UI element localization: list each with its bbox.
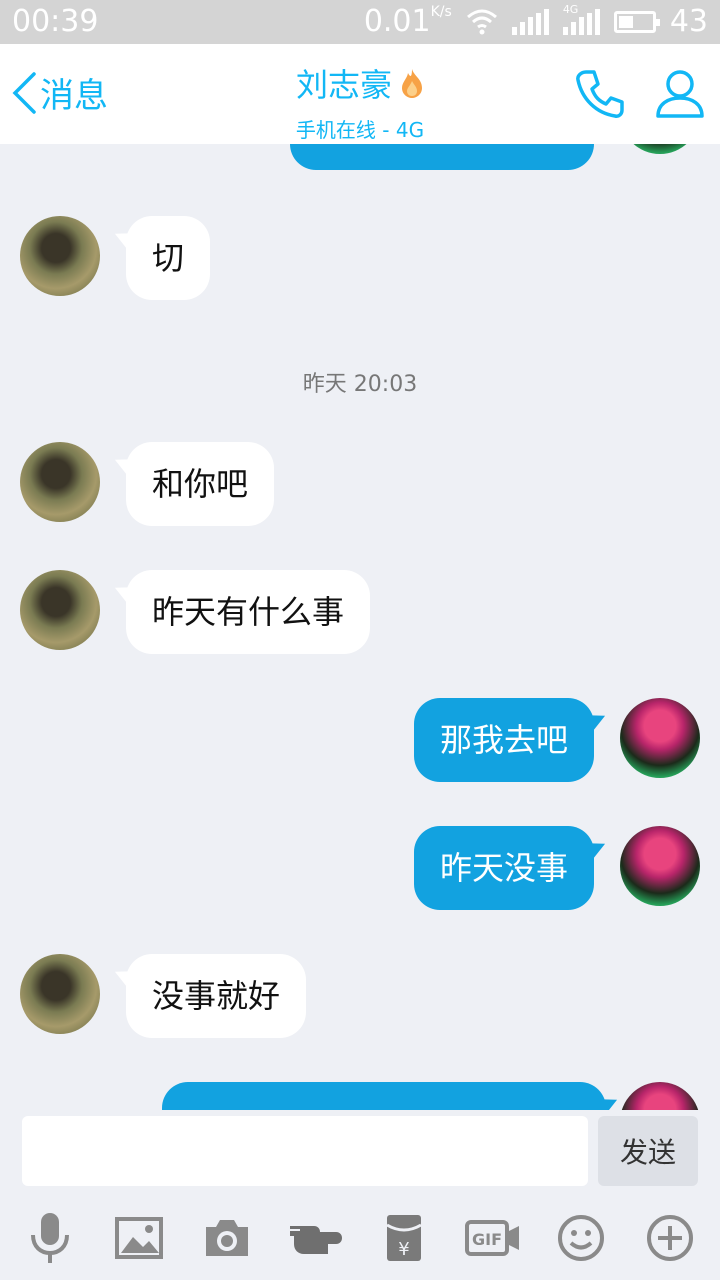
avatar-self[interactable]	[620, 826, 700, 906]
avatar-contact[interactable]	[20, 216, 100, 296]
send-button[interactable]: 发送	[598, 1116, 698, 1186]
avatar-self[interactable]	[620, 698, 700, 778]
svg-text:¥: ¥	[399, 1239, 410, 1260]
emoji-icon[interactable]	[551, 1208, 611, 1268]
status-time: 00:39	[12, 4, 99, 39]
gif-icon[interactable]: GIF	[463, 1208, 523, 1268]
phone-icon[interactable]	[574, 68, 626, 120]
avatar-contact[interactable]	[20, 570, 100, 650]
wifi-icon	[466, 9, 497, 34]
input-bar: 发送	[0, 1110, 720, 1196]
network-speed-unit: K/s	[430, 4, 452, 20]
message-bubble-partial[interactable]	[290, 144, 594, 170]
contact-name: 刘志豪	[295, 66, 392, 104]
camera-icon[interactable]	[197, 1208, 257, 1268]
avatar-self[interactable]	[620, 1082, 700, 1110]
chat-header: 消息 刘志豪 手机在线 - 4G	[0, 44, 720, 144]
message-timestamp: 昨天 20:03	[302, 372, 418, 397]
message-bubble[interactable]: 昨天没事	[413, 826, 594, 910]
battery-level: 43	[669, 4, 708, 39]
microphone-icon[interactable]	[20, 1208, 80, 1268]
status-indicators: 0.01K/s 4G 43	[364, 3, 708, 40]
signal-icon	[511, 8, 549, 35]
message-bubble-partial[interactable]	[162, 1082, 606, 1110]
message-bubble[interactable]: 和你吧	[126, 442, 275, 526]
avatar-self[interactable]	[620, 144, 700, 154]
input-toolbar: ¥ GIF	[0, 1196, 720, 1280]
network-speed-value: 0.01	[363, 4, 431, 39]
message-bubble[interactable]: 没事就好	[126, 954, 307, 1038]
message-bubble[interactable]: 昨天有什么事	[126, 570, 371, 654]
avatar-contact[interactable]	[20, 954, 100, 1034]
plus-icon[interactable]	[640, 1208, 700, 1268]
signal-4g-indicator: 4G	[562, 3, 600, 35]
contact-name-row: 刘志豪	[296, 60, 424, 106]
status-bar: 00:39 0.01K/s 4G 43	[0, 0, 720, 44]
avatar-contact[interactable]	[20, 442, 100, 522]
profile-icon[interactable]	[654, 68, 706, 120]
battery-icon	[613, 10, 660, 33]
flame-icon	[402, 69, 422, 98]
red-packet-icon[interactable]: ¥	[374, 1208, 434, 1268]
message-list[interactable]: 切 昨天 20:03 和你吧 昨天有什么事 那我去吧 昨天没事 没事就好	[0, 144, 720, 1110]
network-speed: 0.01K/s	[364, 4, 452, 39]
svg-text:GIF: GIF	[472, 1230, 502, 1249]
message-bubble[interactable]: 那我去吧	[413, 698, 594, 782]
hand-icon[interactable]	[286, 1208, 346, 1268]
message-bubble[interactable]: 切	[126, 216, 211, 300]
signal-4g-label: 4G	[562, 2, 579, 16]
message-input[interactable]	[22, 1116, 588, 1186]
image-icon[interactable]	[109, 1208, 169, 1268]
